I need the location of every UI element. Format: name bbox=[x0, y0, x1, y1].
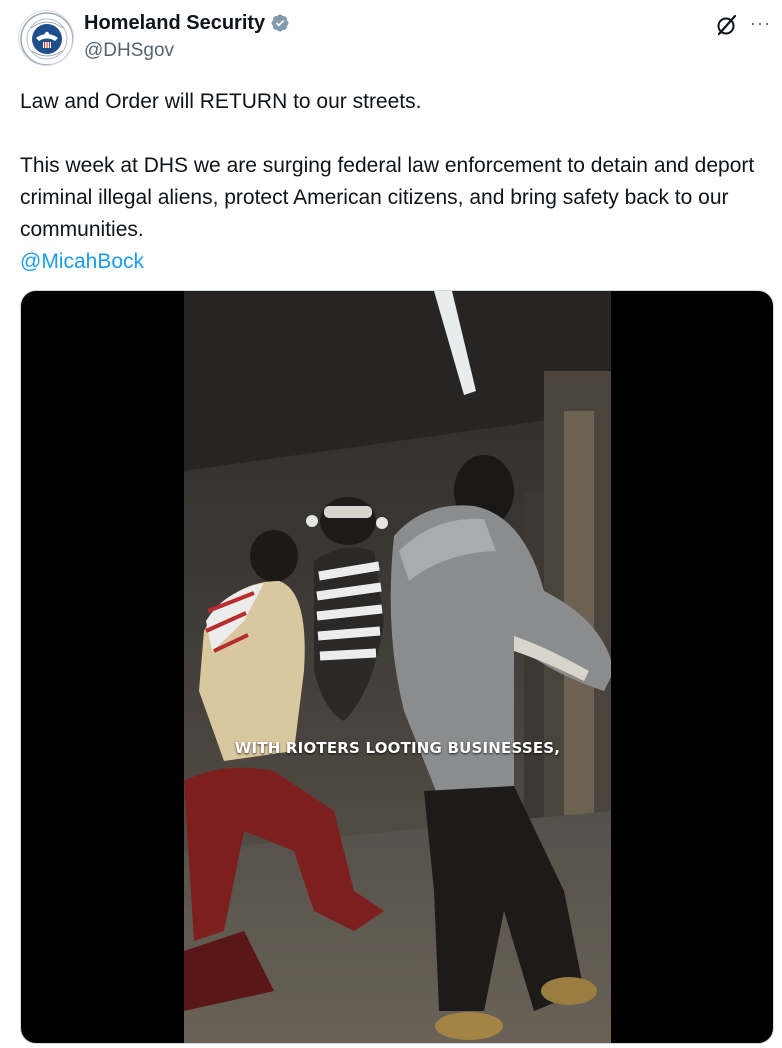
video-thumbnail bbox=[184, 291, 611, 1043]
display-name-row[interactable]: Homeland Security bbox=[84, 10, 290, 36]
author-block[interactable]: Homeland Security @DHSgov bbox=[84, 10, 290, 64]
dhs-seal-icon bbox=[20, 12, 73, 65]
mention-link[interactable]: @MicahBock bbox=[20, 250, 144, 273]
video-caption: WITH RIOTERS LOOTING BUSINESSES, bbox=[234, 739, 561, 757]
avatar[interactable] bbox=[18, 10, 74, 66]
tweet[interactable]: Homeland Security @DHSgov ··· Law and Or… bbox=[0, 0, 782, 1048]
handle[interactable]: @DHSgov bbox=[84, 38, 290, 64]
tweet-line-2: This week at DHS we are surging federal … bbox=[20, 154, 755, 241]
tweet-text: Law and Order will RETURN to our streets… bbox=[20, 86, 765, 278]
grok-icon[interactable] bbox=[714, 12, 740, 38]
verified-badge-icon bbox=[271, 14, 289, 32]
tweet-line-1: Law and Order will RETURN to our streets… bbox=[20, 90, 422, 113]
video-player[interactable]: WITH RIOTERS LOOTING BUSINESSES, bbox=[20, 290, 774, 1044]
video-frame[interactable]: WITH RIOTERS LOOTING BUSINESSES, bbox=[184, 291, 611, 1043]
display-name[interactable]: Homeland Security bbox=[84, 10, 265, 36]
more-options-icon[interactable]: ··· bbox=[750, 12, 772, 38]
